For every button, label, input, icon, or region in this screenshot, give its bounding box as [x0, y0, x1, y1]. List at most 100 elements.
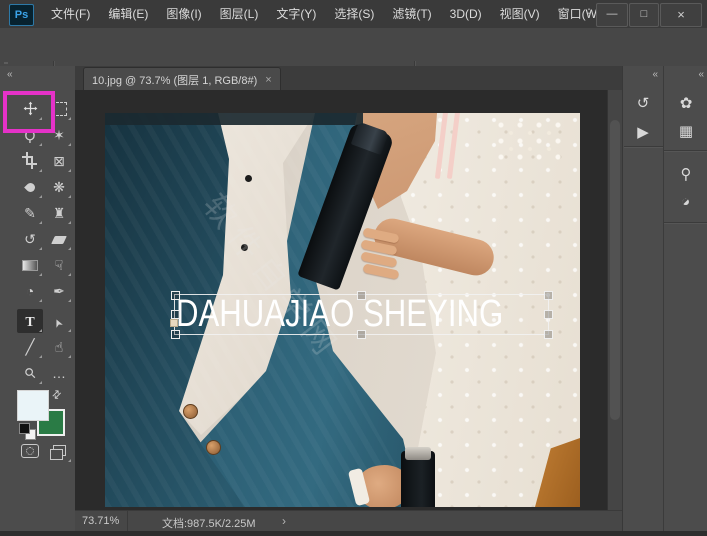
smudge-icon: ☟	[54, 257, 64, 273]
transform-handle-bottom-left[interactable]	[171, 330, 180, 339]
healing-patch-icon: ❋	[53, 179, 65, 195]
document-tab[interactable]: 10.jpg @ 73.7% (图层 1, RGB/8#) ×	[83, 67, 281, 91]
swatches-panel-button[interactable]: ▦	[673, 120, 699, 144]
close-tab-icon[interactable]: ×	[265, 74, 271, 86]
type-icon: T	[25, 315, 35, 330]
crop-icon	[22, 152, 37, 169]
libraries-panel-button[interactable]: ⚲	[673, 163, 699, 187]
divider	[624, 146, 663, 148]
document-tab-title: 10.jpg @ 73.7% (图层 1, RGB/8#)	[92, 74, 258, 87]
eraser-icon	[51, 236, 67, 244]
status-bar: 73.71% 文档:987.5K/2.25M ›	[75, 510, 622, 532]
divider	[664, 222, 707, 224]
actions-panel-button[interactable]: ▶	[630, 121, 656, 145]
tool-frame[interactable]: ⊠	[46, 149, 72, 173]
scrollbar-thumb[interactable]	[610, 120, 620, 420]
tool-eyedropper[interactable]	[17, 175, 43, 199]
divider	[127, 511, 128, 532]
transform-reference-point[interactable]	[170, 319, 178, 327]
canvas-pasteboard[interactable]: 软件自学网 DAHUAJIAO SHEYING	[75, 90, 607, 510]
menu-view[interactable]: 视图(V)	[491, 0, 549, 28]
tool-path-select[interactable]: ➤	[46, 309, 72, 333]
menu-overflow-icon[interactable]: ⋮	[583, 6, 595, 20]
screen-mode-icon	[49, 445, 66, 460]
close-button[interactable]: ×	[660, 3, 702, 27]
menu-image[interactable]: 图像(I)	[157, 0, 210, 28]
tool-dodge[interactable]: ◔	[17, 279, 43, 303]
tool-type[interactable]: T	[17, 309, 43, 333]
tool-crop[interactable]	[17, 149, 43, 173]
tool-smudge[interactable]: ☟	[46, 253, 72, 277]
tool-pen[interactable]: ✒	[46, 279, 72, 303]
ellipsis-icon: …	[52, 365, 66, 381]
tools-panel: « Ϙ ✶ ⊠ ❋ ✎ ♜ ↺ ☟ ◔ ✒ T ➤ ╱ ☝ ⚲ … ⇄	[0, 66, 76, 531]
menu-file[interactable]: 文件(F)	[42, 0, 99, 28]
swap-colors-icon[interactable]: ⇄	[49, 387, 64, 402]
transform-handle-top-left[interactable]	[171, 291, 180, 300]
history-icon: ↺	[636, 95, 650, 112]
history-panel-button[interactable]: ↺	[630, 92, 656, 116]
quick-mask-icon	[21, 444, 39, 458]
annotation-highlight-box	[3, 91, 55, 133]
tool-gradient[interactable]	[17, 253, 43, 277]
collapse-panel-icon[interactable]: «	[698, 69, 704, 80]
transform-handle-mid-right[interactable]	[544, 310, 553, 319]
zoom-level-field[interactable]: 73.71%	[82, 515, 119, 527]
tool-more[interactable]: …	[46, 361, 72, 385]
menu-select[interactable]: 选择(S)	[325, 0, 383, 28]
canvas-text-layer[interactable]: DAHUAJIAO SHEYING	[176, 295, 503, 333]
transform-handle-bottom-right[interactable]	[544, 330, 553, 339]
dodge-icon: ◔	[25, 283, 35, 299]
maximize-button[interactable]: □	[629, 3, 659, 27]
transform-handle-bottom-mid[interactable]	[357, 330, 366, 339]
menu-3d[interactable]: 3D(D)	[441, 0, 491, 28]
tool-eraser[interactable]	[46, 227, 72, 251]
quick-mask-button[interactable]	[17, 439, 43, 463]
menu-layer[interactable]: 图层(L)	[211, 0, 268, 28]
transform-handle-mid-left[interactable]	[171, 310, 180, 319]
tool-hand[interactable]: ☝	[46, 335, 72, 359]
suit-brass-button	[183, 404, 198, 419]
tool-line[interactable]: ╱	[17, 335, 43, 359]
collapse-panel-icon[interactable]: «	[652, 69, 658, 80]
photoshop-window: Ps 文件(F) 编辑(E) 图像(I) 图层(L) 文字(Y) 选择(S) 滤…	[0, 0, 707, 536]
swatches-grid-icon: ▦	[678, 123, 694, 140]
minimize-button[interactable]: —	[596, 3, 628, 27]
photo-top-dark-edge	[105, 113, 363, 125]
foreground-color-swatch[interactable]	[17, 390, 49, 421]
transform-handle-top-right[interactable]	[544, 291, 553, 300]
dress-pearls	[495, 119, 565, 161]
eyedropper-icon	[23, 181, 37, 194]
wine-bottle-lower-cap	[405, 447, 431, 460]
divider	[664, 150, 707, 152]
tool-zoom[interactable]: ⚲	[17, 361, 43, 385]
vertical-scrollbar[interactable]	[607, 90, 622, 510]
tool-history-brush[interactable]: ↺	[17, 227, 43, 251]
tool-clone-stamp[interactable]: ♜	[46, 201, 72, 225]
dock-column-color: « ✿ ▦ ⚲ ◑	[663, 66, 707, 531]
tool-healing-patch[interactable]: ❋	[46, 175, 72, 199]
menu-type[interactable]: 文字(Y)	[267, 0, 325, 28]
screen-mode-button[interactable]	[46, 439, 72, 463]
menu-edit[interactable]: 编辑(E)	[99, 0, 157, 28]
palette-icon: ✿	[679, 95, 693, 112]
shirt-button	[241, 244, 248, 251]
line-icon: ╱	[25, 339, 35, 356]
default-colors-icon[interactable]	[19, 423, 30, 434]
menu-bar: 文件(F) 编辑(E) 图像(I) 图层(L) 文字(Y) 选择(S) 滤镜(T…	[42, 0, 610, 28]
document-size-info: 文档:987.5K/2.25M	[162, 518, 256, 530]
transform-handle-top-mid[interactable]	[357, 291, 366, 300]
title-bar: Ps 文件(F) 编辑(E) 图像(I) 图层(L) 文字(Y) 选择(S) 滤…	[0, 0, 707, 29]
menu-filter[interactable]: 滤镜(T)	[383, 0, 440, 28]
play-icon: ▶	[637, 124, 649, 141]
collapse-panel-icon[interactable]: «	[7, 69, 13, 80]
brush-icon: ✎	[24, 205, 36, 221]
status-chevron-icon[interactable]: ›	[282, 514, 286, 528]
frame-icon: ⊠	[53, 153, 65, 169]
adjustments-panel-button[interactable]: ◑	[673, 190, 699, 214]
tool-brush[interactable]: ✎	[17, 201, 43, 225]
color-panel-button[interactable]: ✿	[673, 92, 699, 116]
lightbulb-icon: ⚲	[680, 166, 692, 183]
history-brush-icon: ↺	[24, 231, 36, 247]
photoshop-logo-icon: Ps	[9, 4, 34, 26]
